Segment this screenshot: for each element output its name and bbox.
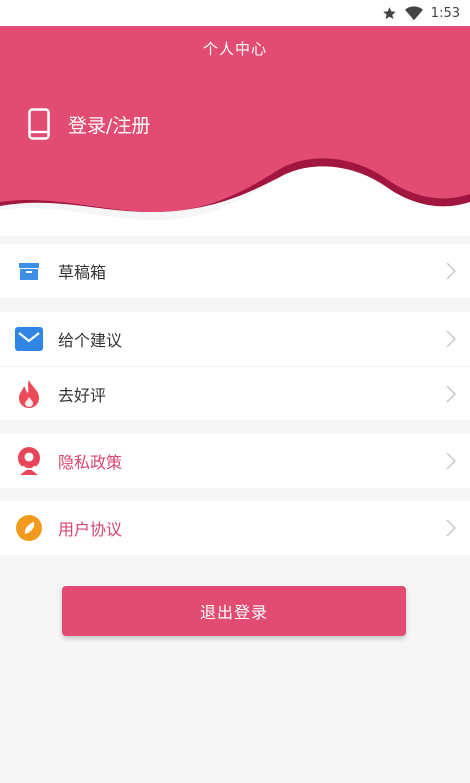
logout-label: 退出登录 [199,603,268,622]
menu-item-feedback[interactable]: 给个建议 [0,312,470,366]
profile-screen: 1:53 个人中心 登录/注册 草稿箱 给个建议 去好评 隐私政策 用户协议 退… [0,0,470,783]
chevron-right-icon [446,330,456,348]
chevron-right-icon [446,262,456,280]
star-icon [383,6,396,19]
privacy-badge-icon [14,446,44,476]
flame-icon [14,379,44,409]
agreement-label: 用户协议 [58,520,123,539]
login-register-label: 登录/注册 [68,114,151,137]
status-bar: 1:53 [0,0,470,26]
status-time: 1:53 [430,5,460,21]
phone-icon [28,108,50,140]
chevron-right-icon [446,519,456,537]
chevron-right-icon [446,452,456,470]
menu-group-agreement: 用户协议 [0,501,470,555]
menu-item-drafts[interactable]: 草稿箱 [0,244,470,298]
profile-header: 个人中心 登录/注册 [0,26,470,236]
menu-group-feedback: 给个建议 去好评 [0,312,470,420]
wifi-icon [404,5,423,20]
menu-group-privacy: 隐私政策 [0,434,470,488]
page-title: 个人中心 [202,40,267,58]
drafts-label: 草稿箱 [58,263,107,282]
feedback-label: 给个建议 [58,331,123,350]
rate-label: 去好评 [58,385,107,405]
menu-item-agreement[interactable]: 用户协议 [0,501,470,555]
mail-icon [14,324,44,354]
menu-item-rate[interactable]: 去好评 [0,366,470,420]
chevron-right-icon [446,384,456,403]
menu-group-drafts: 草稿箱 [0,244,470,298]
logout-button[interactable]: 退出登录 [62,586,406,636]
login-register-button[interactable]: 登录/注册 [28,108,150,140]
drafts-box-icon [14,256,44,286]
menu-item-privacy[interactable]: 隐私政策 [0,434,470,488]
privacy-label: 隐私政策 [58,453,123,472]
compass-icon [14,513,44,543]
